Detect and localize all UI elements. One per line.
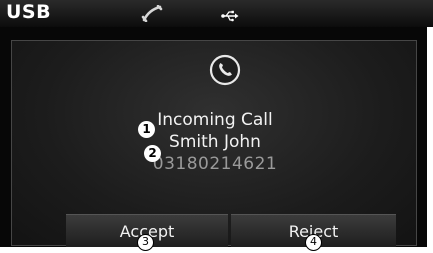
phone-call-icon (209, 54, 241, 90)
phone-handset-icon (141, 4, 163, 26)
status-bar: USB (0, 0, 433, 27)
caller-name: Smith John (169, 132, 261, 152)
source-label: USB (6, 1, 52, 23)
callout-marker-3: 3 (137, 234, 154, 251)
incoming-call-popup: Incoming Call Smith John 03180214621 1 2… (11, 40, 417, 247)
call-title: Incoming Call (157, 110, 273, 130)
usb-icon (221, 7, 239, 26)
callout-marker-1: 1 (138, 121, 155, 138)
caller-number: 03180214621 (152, 154, 278, 174)
callout-marker-4: 4 (305, 234, 322, 251)
call-screen: Incoming Call Smith John 03180214621 1 2… (0, 27, 433, 247)
callout-marker-2: 2 (144, 145, 161, 162)
